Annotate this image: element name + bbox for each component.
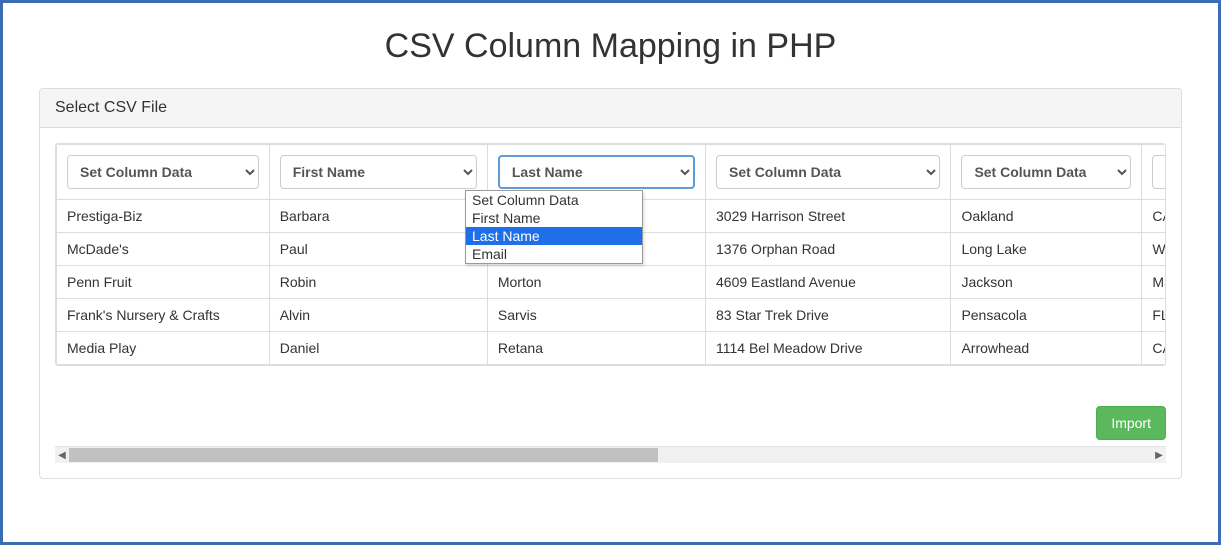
cell: Penn Fruit [57,266,270,299]
select-option[interactable]: First Name [466,209,642,227]
cell: MS [1142,266,1166,299]
column-select-1[interactable]: First Name [280,155,477,189]
column-select-2[interactable]: Last Name [498,155,695,189]
cell: FL [1142,299,1166,332]
scroll-right-arrow-icon[interactable]: ▶ [1152,447,1166,463]
cell: Retana [487,332,705,365]
cell: Prestiga-Biz [57,200,270,233]
scroll-left-arrow-icon[interactable]: ◀ [55,447,69,463]
table-scroll-container[interactable]: Set Column Data First Name Last Name Set… [55,143,1166,366]
select-option[interactable]: Email [466,245,642,263]
table-row: Penn FruitRobinMorton4609 Eastland Avenu… [57,266,1167,299]
cell: Jackson [951,266,1142,299]
cell: 3029 Harrison Street [706,200,951,233]
cell: 83 Star Trek Drive [706,299,951,332]
table-row: Frank's Nursery & CraftsAlvinSarvis83 St… [57,299,1167,332]
page-title: CSV Column Mapping in PHP [39,27,1182,66]
csv-panel: Select CSV File Set Column Data First Na… [39,88,1182,479]
cell: Oakland [951,200,1142,233]
panel-heading: Select CSV File [40,89,1181,128]
panel-body: Set Column Data First Name Last Name Set… [40,128,1181,478]
app-frame: CSV Column Mapping in PHP Select CSV Fil… [0,0,1221,545]
cell: 1114 Bel Meadow Drive [706,332,951,365]
table-row: Media PlayDanielRetana1114 Bel Meadow Dr… [57,332,1167,365]
cell: Daniel [269,332,487,365]
cell: 1376 Orphan Road [706,233,951,266]
select-option[interactable]: Set Column Data [466,191,642,209]
select-option[interactable]: Last Name [466,227,642,245]
cell: Sarvis [487,299,705,332]
import-button[interactable]: Import [1096,406,1166,440]
cell: Media Play [57,332,270,365]
column-select-4[interactable]: Set Column Data [961,155,1131,189]
scroll-thumb[interactable] [69,448,658,462]
cell: CA [1142,200,1166,233]
cell: McDade's [57,233,270,266]
cell: Paul [269,233,487,266]
cell: Alvin [269,299,487,332]
cell: Morton [487,266,705,299]
column-select-2-listbox[interactable]: Set Column DataFirst NameLast NameEmail [465,190,643,264]
cell: Pensacola [951,299,1142,332]
cell: Frank's Nursery & Crafts [57,299,270,332]
column-select-0[interactable]: Set Column Data [67,155,259,189]
cell: Robin [269,266,487,299]
horizontal-scrollbar[interactable]: ◀ ▶ [55,446,1166,463]
column-select-3[interactable]: Set Column Data [716,155,940,189]
cell: CA [1142,332,1166,365]
cell: 4609 Eastland Avenue [706,266,951,299]
cell: WI [1142,233,1166,266]
cell: Long Lake [951,233,1142,266]
column-select-5[interactable]: Set Column [1152,155,1166,189]
cell: Arrowhead [951,332,1142,365]
cell: Barbara [269,200,487,233]
